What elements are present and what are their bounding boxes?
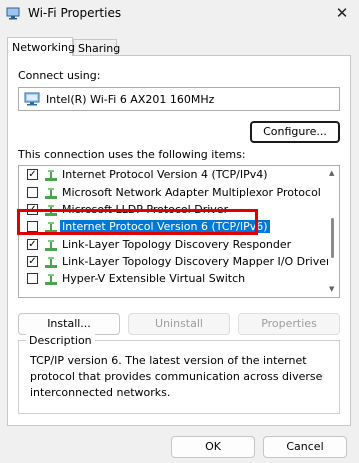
- description-legend: Description: [26, 334, 95, 347]
- item-label: Hyper-V Extensible Virtual Switch: [62, 272, 246, 285]
- network-component-icon: [45, 188, 57, 199]
- items-label: This connection uses the following items…: [18, 148, 246, 161]
- close-button[interactable]: ✕: [332, 4, 352, 22]
- network-component-icon: [45, 274, 57, 285]
- install-button[interactable]: Install...: [18, 313, 120, 335]
- network-component-icon: [45, 257, 57, 268]
- list-item[interactable]: Hyper-V Extensible Virtual Switch: [19, 271, 319, 287]
- list-item[interactable]: Microsoft Network Adapter Multiplexor Pr…: [19, 185, 321, 201]
- tab-sharing[interactable]: Sharing: [73, 39, 120, 56]
- list-item[interactable]: ✓ Link-Layer Topology Discovery Mapper I…: [19, 254, 331, 270]
- item-checkbox[interactable]: ✓: [27, 239, 38, 250]
- network-adapter-icon: [6, 7, 20, 20]
- item-label: Microsoft Network Adapter Multiplexor Pr…: [62, 186, 321, 199]
- connect-using-label: Connect using:: [18, 69, 101, 82]
- item-checkbox[interactable]: [27, 273, 38, 284]
- network-card-icon: [24, 92, 40, 106]
- item-label: Link-Layer Topology Discovery Responder: [62, 238, 292, 251]
- window-title: Wi-Fi Properties: [28, 6, 122, 20]
- network-component-icon: [45, 170, 57, 181]
- list-item[interactable]: ✓ Link-Layer Topology Discovery Responde…: [19, 237, 319, 253]
- tab-networking[interactable]: Networking: [7, 37, 75, 56]
- scroll-thumb[interactable]: [331, 218, 334, 258]
- item-label: Link-Layer Topology Discovery Mapper I/O…: [62, 255, 331, 268]
- description-text: TCP/IP version 6. The latest version of …: [30, 354, 323, 399]
- annotation-highlight-box: [17, 209, 258, 235]
- network-component-icon: [45, 240, 57, 251]
- cancel-button[interactable]: Cancel: [263, 436, 347, 458]
- ok-button[interactable]: OK: [171, 436, 255, 458]
- scroll-down-arrow-icon[interactable]: ▼: [329, 285, 334, 293]
- adapter-name: Intel(R) Wi-Fi 6 AX201 160MHz: [46, 93, 215, 106]
- item-checkbox[interactable]: ✓: [27, 256, 38, 267]
- list-item[interactable]: ✓ Internet Protocol Version 4 (TCP/IPv4): [19, 167, 319, 183]
- properties-button[interactable]: Properties: [238, 313, 340, 335]
- item-checkbox[interactable]: [27, 187, 38, 198]
- scroll-up-arrow-icon[interactable]: ▲: [329, 169, 334, 177]
- configure-button[interactable]: Configure...: [250, 121, 340, 143]
- item-label: Internet Protocol Version 4 (TCP/IPv4): [62, 168, 268, 181]
- uninstall-button[interactable]: Uninstall: [128, 313, 230, 335]
- item-checkbox[interactable]: ✓: [27, 169, 38, 180]
